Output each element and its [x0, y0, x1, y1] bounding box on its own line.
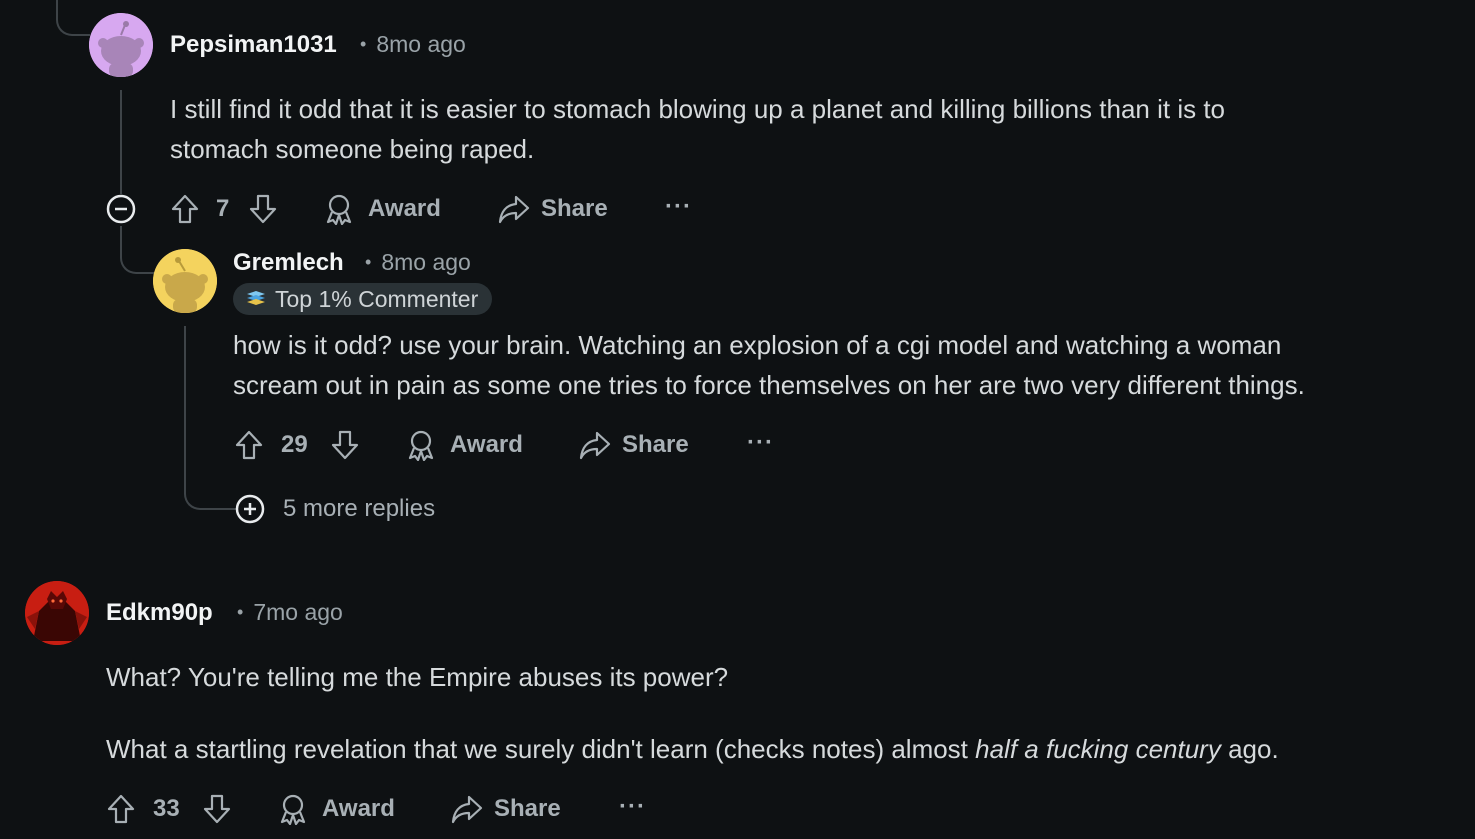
more-options-button[interactable]: ···	[619, 793, 646, 821]
share-icon	[451, 795, 483, 824]
body-text-segment: ago.	[1220, 734, 1279, 764]
user-flair-badge: Top 1% Commenter	[233, 283, 493, 315]
comment-timestamp: • 7mo ago	[237, 599, 343, 626]
share-icon	[579, 431, 611, 460]
flair-label: Top 1% Commenter	[275, 285, 479, 312]
share-button[interactable]: Share	[450, 793, 561, 825]
comment-timestamp: • 8mo ago	[365, 249, 471, 276]
award-button[interactable]: Award	[276, 793, 395, 825]
separator-dot: •	[365, 252, 372, 272]
thread-line-pepsiman	[120, 90, 122, 194]
upvote-button[interactable]	[234, 429, 264, 466]
more-options-button[interactable]: ···	[747, 429, 774, 457]
award-label: Award	[368, 195, 441, 222]
vote-count: 29	[281, 431, 308, 458]
arrow-down-icon	[249, 194, 277, 224]
comment-body-line: What? You're telling me the Empire abuse…	[106, 662, 729, 692]
downvote-button[interactable]	[202, 793, 232, 830]
upvote-button[interactable]	[170, 193, 200, 230]
comment-body-line: how is it odd? use your brain. Watching …	[233, 330, 1282, 360]
thread-connector-more-replies	[184, 474, 238, 510]
upvote-button[interactable]	[106, 793, 136, 830]
comment-username[interactable]: Edkm90p	[106, 599, 213, 627]
snoo-avatar-icon	[153, 249, 217, 313]
award-icon	[408, 430, 434, 461]
avatar[interactable]	[89, 13, 153, 77]
award-button[interactable]: Award	[322, 193, 441, 225]
share-label: Share	[622, 431, 689, 458]
thread-connector-top	[56, 0, 90, 36]
downvote-button[interactable]	[248, 193, 278, 230]
avatar[interactable]	[153, 249, 217, 313]
body-text-segment: What a startling revelation that we sure…	[106, 734, 976, 764]
arrow-down-icon	[331, 430, 359, 460]
share-icon	[498, 195, 530, 224]
award-icon	[326, 194, 352, 225]
comment-username[interactable]: Pepsiman1031	[170, 31, 337, 59]
more-options-button[interactable]: ···	[665, 193, 692, 221]
custom-avatar-icon	[25, 581, 89, 645]
comment-body-line: What a startling revelation that we sure…	[106, 729, 1279, 769]
share-label: Share	[494, 795, 561, 822]
top-commenter-icon	[247, 291, 265, 305]
comment-body-line: scream out in pain as some one tries to …	[233, 370, 1305, 400]
comment-body-line: I still find it odd that it is easier to…	[170, 94, 1226, 124]
vote-count: 33	[153, 795, 180, 822]
comment-username[interactable]: Gremlech	[233, 249, 344, 277]
award-label: Award	[450, 431, 523, 458]
minus-circle-icon	[106, 194, 136, 224]
body-text-italic: half a fucking century	[975, 734, 1221, 764]
thread-line-gremlech	[184, 326, 186, 476]
avatar[interactable]	[25, 581, 89, 645]
thread-connector-gremlech	[120, 226, 156, 274]
more-replies-link[interactable]: 5 more replies	[283, 495, 435, 523]
share-button[interactable]: Share	[497, 193, 608, 225]
snoo-avatar-icon	[89, 13, 153, 77]
arrow-up-icon	[171, 194, 199, 224]
comment-time: 8mo ago	[376, 31, 466, 57]
separator-dot: •	[360, 34, 367, 54]
downvote-button[interactable]	[330, 429, 360, 466]
expand-replies-button[interactable]	[234, 493, 266, 530]
collapse-thread-button[interactable]	[105, 193, 137, 230]
share-label: Share	[541, 195, 608, 222]
arrow-up-icon	[107, 794, 135, 824]
separator-dot: •	[237, 602, 244, 622]
arrow-down-icon	[203, 794, 231, 824]
comment-body-line: stomach someone being raped.	[170, 134, 535, 164]
comment-timestamp: • 8mo ago	[360, 31, 466, 58]
award-icon	[280, 794, 306, 825]
award-label: Award	[322, 795, 395, 822]
award-button[interactable]: Award	[404, 429, 523, 461]
arrow-up-icon	[235, 430, 263, 460]
plus-circle-icon	[235, 494, 265, 524]
vote-count: 7	[216, 195, 230, 222]
comment-time: 7mo ago	[253, 599, 343, 625]
share-button[interactable]: Share	[578, 429, 689, 461]
comment-time: 8mo ago	[381, 249, 471, 275]
